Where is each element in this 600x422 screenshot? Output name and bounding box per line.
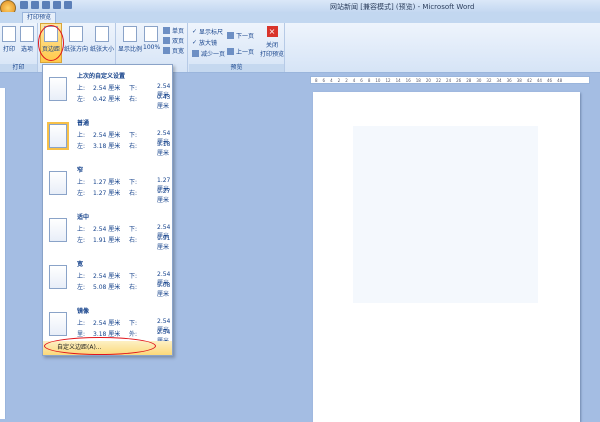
shrink-icon bbox=[192, 50, 199, 57]
ruler-tick-label: 2 bbox=[337, 77, 341, 83]
print-button[interactable]: 打印 bbox=[1, 26, 17, 53]
ruler-tick-label: 6 bbox=[322, 77, 326, 83]
close-preview-button[interactable]: × 关闭 打印预览 bbox=[259, 26, 285, 58]
ruler-tick-label: 6 bbox=[360, 77, 363, 83]
print-group: 打印 选项 打印 bbox=[0, 23, 38, 72]
margin-option[interactable]: 上次的自定义设置 上: 2.54 厘米 下: 2.54 厘米 左: 0.42 厘米 右: 0.4… bbox=[43, 69, 172, 115]
check-icon: ✓ bbox=[192, 39, 198, 46]
horizontal-ruler[interactable]: 8 6 4 2 2 4 6 8 10 12 14 16 18 20 22 24 26 28 30 32 34 36 38 42… bbox=[310, 76, 590, 84]
one-page-icon bbox=[163, 27, 170, 34]
customize-icon[interactable] bbox=[64, 1, 72, 9]
tab-print-preview[interactable]: 打印预览 bbox=[22, 12, 56, 23]
highlight-circle bbox=[38, 25, 64, 61]
ruler-tick-label: 8 bbox=[315, 77, 318, 83]
ruler-tick-label: 28 bbox=[466, 77, 472, 83]
margin-preset-icon bbox=[49, 218, 67, 242]
page-width-button[interactable]: 页宽 bbox=[163, 46, 184, 55]
undo-icon[interactable] bbox=[31, 1, 39, 9]
two-pages-icon bbox=[163, 37, 170, 44]
orientation-icon bbox=[69, 26, 83, 42]
margin-option[interactable]: 窄上: 1.27 厘米 下: 1.27 厘米 左: 1.27 厘米 右: 1.27 厘米 bbox=[43, 163, 172, 209]
printer-icon bbox=[2, 26, 16, 42]
ruler-tick-label: 46 bbox=[546, 77, 553, 83]
page-100-icon bbox=[144, 26, 158, 42]
options-icon bbox=[20, 26, 34, 42]
show-ruler-checkbox[interactable]: ✓ 显示标尺 bbox=[192, 27, 223, 36]
next-page-icon bbox=[227, 32, 234, 39]
zoom-100-button[interactable]: 100% bbox=[143, 26, 160, 51]
margin-preset-icon bbox=[47, 122, 69, 150]
magnifier-checkbox[interactable]: ✓ 放大镜 bbox=[192, 38, 217, 47]
ruler-tick-label: 22 bbox=[435, 77, 442, 83]
zoom-button[interactable]: 显示比例 bbox=[117, 26, 143, 53]
tab-row bbox=[0, 12, 600, 23]
ruler-tick-label: 4 bbox=[330, 77, 333, 83]
ruler-tick-label: 26 bbox=[456, 77, 462, 83]
print-preview-icon[interactable] bbox=[53, 1, 61, 9]
ruler-tick-label: 4 bbox=[352, 77, 356, 83]
ruler-tick-label: 42 bbox=[526, 77, 532, 83]
previous-page-button[interactable]: 上一页 bbox=[227, 47, 254, 56]
title-bar bbox=[0, 0, 600, 12]
ruler-tick-label: 30 bbox=[476, 77, 482, 83]
ruler-tick-label: 44 bbox=[536, 77, 542, 83]
previous-page-icon bbox=[227, 48, 234, 55]
paper-size-icon bbox=[95, 26, 109, 42]
margin-option[interactable]: 适中 上: 2.54 厘米 下: 2.54 厘米 左: 1.91 厘米 右: 1.91 厘米 bbox=[43, 210, 172, 256]
margin-option[interactable]: 宽上: 2.54 厘米 下: 2.54 厘米 左: 5.08 厘米 右: 5.08 厘米 bbox=[43, 257, 172, 303]
ruler-tick-label: 8 bbox=[367, 77, 371, 83]
margin-preset-icon bbox=[49, 312, 67, 336]
ruler-tick-label: 32 bbox=[486, 77, 492, 83]
shrink-one-page-button[interactable]: 减少一页 bbox=[192, 49, 225, 58]
page-width-icon bbox=[163, 47, 170, 54]
highlight-circle bbox=[44, 337, 156, 355]
options-button[interactable]: 选项 bbox=[19, 26, 35, 53]
window-title: 网站新闻 [兼容模式] (预览) - Microsoft Word bbox=[330, 3, 475, 11]
preview-group: ✓ 显示标尺 ✓ 放大镜 减少一页 下一页 上一页 × 关闭 打印预览 预览 bbox=[189, 23, 285, 72]
ruler-tick-label: 38 bbox=[516, 77, 522, 83]
margin-option[interactable]: 普通 上: 2.54 厘米 下: 2.54 厘米 左: 3.18 厘米 右: 3.18 厘米 bbox=[43, 116, 172, 162]
vertical-ruler[interactable] bbox=[0, 88, 6, 419]
magnifier-icon bbox=[123, 26, 137, 42]
two-pages-button[interactable]: 双页 bbox=[163, 36, 184, 45]
ruler-tick-label: 20 bbox=[425, 77, 431, 83]
ruler-tick-label: 34 bbox=[496, 77, 502, 83]
ruler-tick-label: 24 bbox=[446, 77, 452, 83]
ruler-tick-label: 12 bbox=[385, 77, 391, 83]
redo-icon[interactable] bbox=[42, 1, 50, 9]
ruler-tick-label: 36 bbox=[506, 77, 512, 83]
ruler-tick-label: 16 bbox=[405, 77, 411, 83]
orientation-button[interactable]: 纸张方向 bbox=[63, 26, 89, 53]
paper-size-button[interactable]: 纸张大小 bbox=[89, 26, 115, 53]
ruler-tick-label: 48 bbox=[557, 77, 563, 83]
ruler-tick-label: 10 bbox=[375, 77, 381, 83]
next-page-button[interactable]: 下一页 bbox=[227, 31, 254, 40]
quick-access-toolbar bbox=[20, 1, 72, 9]
ruler-tick-label: 18 bbox=[415, 77, 421, 83]
check-icon: ✓ bbox=[192, 28, 198, 35]
margin-preset-icon bbox=[49, 77, 67, 101]
margins-dropdown: 上次的自定义设置 上: 2.54 厘米 下: 2.54 厘米 左: 0.42 厘米 右: 0.4… bbox=[42, 64, 173, 356]
margin-preset-icon bbox=[49, 171, 67, 195]
ruler-tick-label: 14 bbox=[395, 77, 401, 83]
ruler-tick-label: 2 bbox=[345, 77, 348, 83]
save-icon[interactable] bbox=[20, 1, 28, 9]
margin-preset-icon bbox=[49, 265, 67, 289]
close-icon: × bbox=[266, 26, 278, 37]
one-page-button[interactable]: 单页 bbox=[163, 26, 184, 35]
page-content-area bbox=[353, 126, 538, 303]
